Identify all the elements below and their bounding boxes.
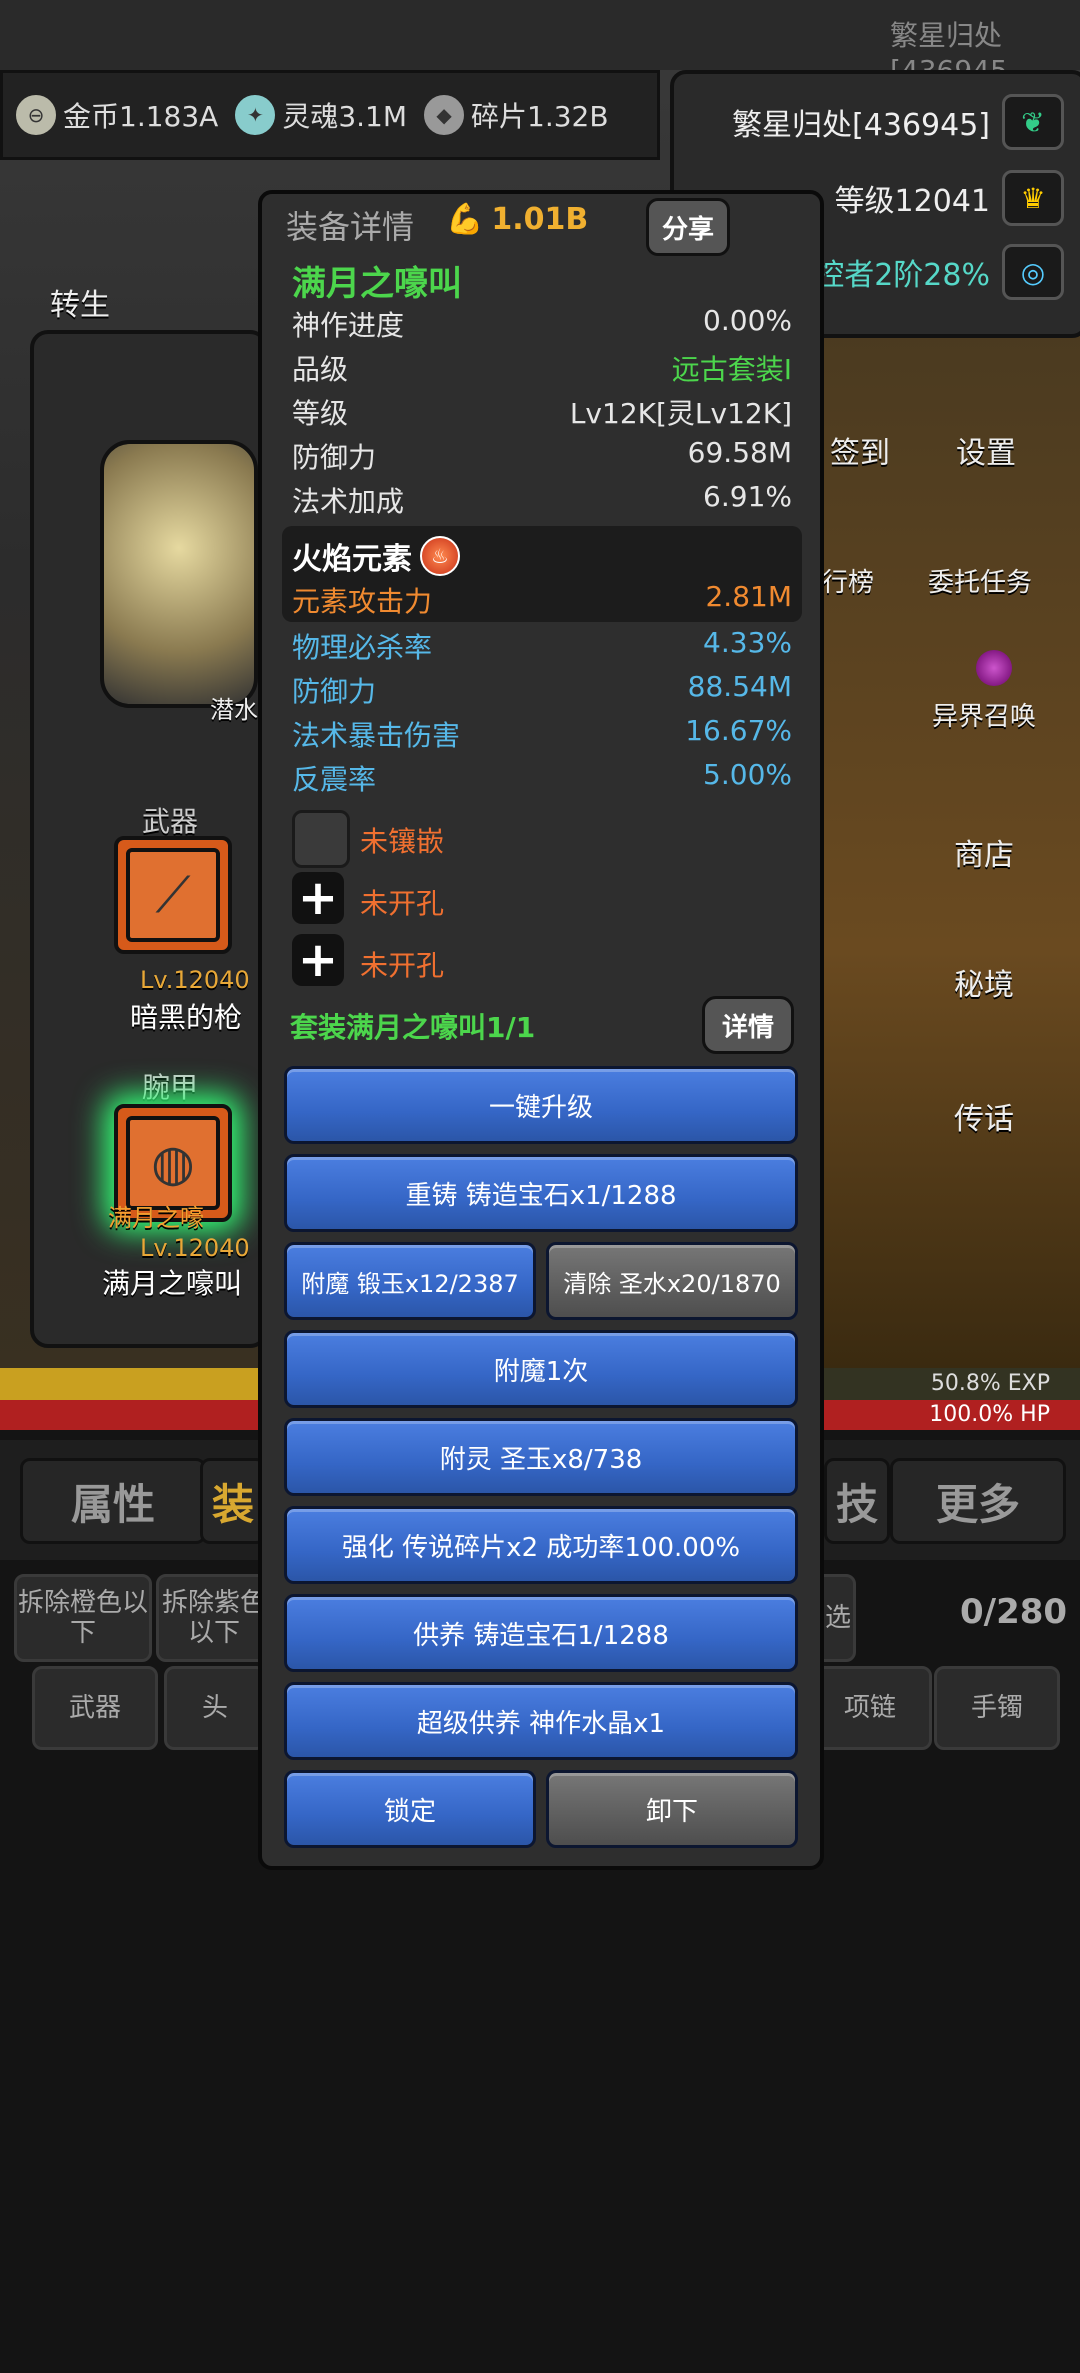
top-bar: 繁星归处[436945 xyxy=(0,0,1080,87)
stat-row: 防御力 69.58M xyxy=(292,436,792,474)
shop-button[interactable]: 商店 xyxy=(954,830,1014,874)
item-name: 满月之嚎叫 xyxy=(292,264,462,304)
stat-row: 品级 远古套装I xyxy=(292,353,792,386)
fragment-icon: ◆ xyxy=(421,92,468,138)
filter-bracelet[interactable]: 手镯 xyxy=(934,1666,1060,1750)
rebirth-label[interactable]: 转生 xyxy=(50,280,110,324)
secret-realm-button[interactable]: 秘境 xyxy=(954,960,1014,1004)
filter-head[interactable]: 头 xyxy=(164,1666,266,1750)
player-server-row: 繁星归处[436945] ❦ xyxy=(732,94,1064,150)
armor-level: Lv.12040 xyxy=(140,1234,250,1262)
power-display: 💪 1.01B xyxy=(446,202,589,237)
tab-attributes[interactable]: 属性 xyxy=(20,1458,206,1544)
summon-portal-icon[interactable] xyxy=(976,650,1012,686)
element-title: 火焰元素 ♨ xyxy=(292,534,460,578)
filter-necklace[interactable]: 项链 xyxy=(808,1666,932,1750)
plus-icon[interactable]: + xyxy=(292,870,344,926)
tab-more[interactable]: 更多 xyxy=(890,1458,1066,1544)
super-nurture-button[interactable]: 超级供养 神作水晶x1 xyxy=(284,1682,798,1760)
socket-label: 未开孔 xyxy=(360,887,445,920)
element-stat-row: 物理必杀率 4.33% xyxy=(292,626,792,664)
entrust-button[interactable]: 委托任务 xyxy=(928,562,1032,599)
clear-enchant-button[interactable]: 清除 圣水x20/1870 xyxy=(546,1242,798,1320)
hero-character xyxy=(100,440,258,708)
tab-equipment[interactable]: 装 xyxy=(200,1458,266,1544)
rank-button[interactable]: 行榜 xyxy=(822,562,874,599)
fire-icon: ♨ xyxy=(420,536,460,576)
player-level-row: 等级12041 ♛ xyxy=(835,170,1064,226)
equipment-detail-dialog: 装备详情 💪 1.01B 分享 满月之嚎叫 神作进度 0.00% 品级 远古套装… xyxy=(258,190,824,1870)
plus-icon[interactable]: + xyxy=(292,932,344,988)
element-stat-row: 法术暴击伤害 16.67% xyxy=(292,714,792,752)
share-button[interactable]: 分享 xyxy=(646,198,730,256)
right-scene-bg xyxy=(800,320,1080,1370)
armor-name: 满月之嚎叫 xyxy=(102,1267,243,1300)
resource-soul: ✦ 灵魂3.1M xyxy=(232,92,407,138)
weapon-slot[interactable]: ⟋ xyxy=(114,836,232,954)
sign-in-button[interactable]: 签到 xyxy=(830,428,890,472)
swirl-icon[interactable]: ◎ xyxy=(1002,244,1064,300)
set-detail-button[interactable]: 详情 xyxy=(702,996,794,1054)
armor-tag: 满月之嚎 xyxy=(108,1204,204,1232)
nurture-button[interactable]: 供养 铸造宝石1/1288 xyxy=(284,1594,798,1672)
lock-button[interactable]: 锁定 xyxy=(284,1770,536,1848)
strengthen-button[interactable]: 强化 传说碎片x2 成功率100.00% xyxy=(284,1506,798,1584)
tab-skills[interactable]: 技 xyxy=(824,1458,890,1544)
enchant-once-button[interactable]: 附魔1次 xyxy=(284,1330,798,1408)
upgrade-all-button[interactable]: 一键升级 xyxy=(284,1066,798,1144)
weapon-level: Lv.12040 xyxy=(140,966,250,994)
crown-icon[interactable]: ♛ xyxy=(1002,170,1064,226)
element-stat-row: 防御力 88.54M xyxy=(292,670,792,708)
dismantle-purple-button[interactable]: 拆除紫色以下 xyxy=(156,1574,272,1662)
resource-bar: ⊖ 金币1.183A ✦ 灵魂3.1M ◆ 碎片1.32B xyxy=(0,70,660,160)
dismantle-orange-button[interactable]: 拆除橙色以下 xyxy=(14,1574,152,1662)
legend-button[interactable]: 传话 xyxy=(954,1094,1014,1138)
enchant-button[interactable]: 附魔 锻玉x12/2387 xyxy=(284,1242,536,1320)
resource-fragment: ◆ 碎片1.32B xyxy=(421,92,609,138)
player-rank-row: 控者2阶28% ◎ xyxy=(814,244,1064,300)
resource-gold: ⊖ 金币1.183A xyxy=(13,92,218,138)
leaf-icon[interactable]: ❦ xyxy=(1002,94,1064,150)
spear-icon: ⟋ xyxy=(126,848,220,942)
inventory-count: 0/280 xyxy=(960,1592,1068,1632)
filter-button[interactable]: 选 xyxy=(820,1574,856,1662)
stat-row: 神作进度 0.00% xyxy=(292,304,792,342)
settings-button[interactable]: 设置 xyxy=(956,428,1016,472)
muscle-icon: 💪 xyxy=(446,202,484,237)
weapon-name: 暗黑的枪 xyxy=(130,1001,243,1034)
socket-label: 未开孔 xyxy=(360,949,445,982)
summon-button[interactable]: 异界召唤 xyxy=(932,696,1036,733)
coin-icon: ⊖ xyxy=(13,92,59,138)
set-bonus-title: 套装满月之嚎叫1/1 xyxy=(290,1011,536,1044)
element-stat-row: 反震率 5.00% xyxy=(292,758,792,796)
filter-weapon[interactable]: 武器 xyxy=(32,1666,158,1750)
gem-socket-empty[interactable] xyxy=(292,810,350,868)
soul-icon: ✦ xyxy=(232,92,279,138)
stat-row: 法术加成 6.91% xyxy=(292,480,792,518)
spirit-button[interactable]: 附灵 圣玉x8/738 xyxy=(284,1418,798,1496)
armor-slot-label: 腕甲 xyxy=(142,1071,199,1104)
socket-label: 未镶嵌 xyxy=(360,825,445,858)
dialog-title: 装备详情 xyxy=(286,208,415,246)
element-stat-row: 元素攻击力 2.81M xyxy=(292,580,792,618)
recast-button[interactable]: 重铸 铸造宝石x1/1288 xyxy=(284,1154,798,1232)
weapon-slot-label: 武器 xyxy=(142,805,199,838)
hidden-label: 潜水 xyxy=(210,696,258,724)
bracer-icon: ◍ xyxy=(126,1116,220,1210)
unequip-button[interactable]: 卸下 xyxy=(546,1770,798,1848)
stat-row: 等级 Lv12K[灵Lv12K] xyxy=(292,397,792,430)
